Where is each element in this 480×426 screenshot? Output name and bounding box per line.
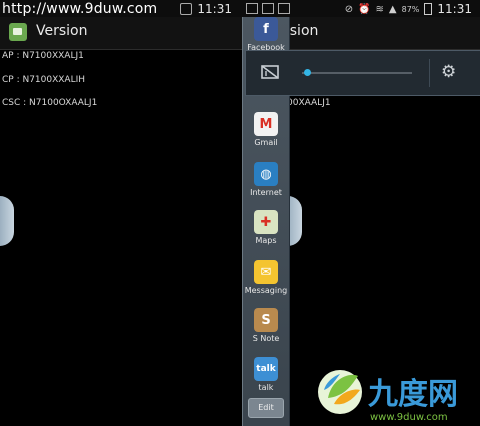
tray-edge-handle[interactable]	[288, 196, 302, 246]
settings-app-icon	[9, 23, 27, 41]
battery-icon	[424, 3, 433, 15]
logo-domain: www.9duw.com	[370, 412, 448, 423]
title-bar-left: Version	[0, 17, 240, 50]
messaging-icon: ✉	[254, 260, 278, 284]
gallery-notification-icon	[246, 3, 258, 14]
battery-percent: 87%	[401, 4, 420, 14]
status-icons-left: 11:31	[180, 2, 232, 16]
tray-item-facebook[interactable]: f Facebook	[243, 17, 289, 52]
status-icons-right: ⊘ ⏰ ≋ ▲ 87% 11:31	[345, 2, 472, 16]
auto-brightness-icon[interactable]	[260, 63, 280, 81]
wifi-icon: ≋	[375, 3, 384, 15]
talk-icon: talk	[254, 357, 278, 381]
tray-item-label: S Note	[252, 334, 280, 343]
brightness-slider-track[interactable]	[302, 72, 412, 74]
gmail-icon: M	[254, 112, 278, 136]
status-bar-left: http://www.9duw.com 11:31	[0, 0, 240, 17]
tray-item-label: Internet	[250, 188, 282, 197]
tray-item-messaging[interactable]: ✉ Messaging	[243, 260, 289, 295]
tray-item-internet[interactable]: ◍ Internet	[243, 162, 289, 197]
tray-item-label: Maps	[255, 236, 277, 245]
tray-item-gmail[interactable]: M Gmail	[243, 112, 289, 147]
tray-item-talk[interactable]: talk talk	[243, 357, 289, 392]
logo-brand: 九度网	[368, 377, 458, 412]
alarm-icon: ⏰	[358, 3, 371, 15]
tray-item-label: talk	[258, 383, 274, 392]
clock-right: 11:31	[437, 2, 472, 16]
mute-icon: ⊘	[344, 3, 354, 15]
image-notification-icon	[180, 3, 193, 15]
tray-item-label: Messaging	[244, 286, 288, 295]
status-bar-right: ⊘ ⏰ ≋ ▲ 87% 11:31	[240, 0, 480, 17]
brightness-slider-thumb[interactable]	[303, 69, 311, 76]
cp-version: CP : N7100XXALIH	[2, 75, 86, 85]
tray-item-maps[interactable]: ✚ Maps	[243, 210, 289, 245]
maps-icon: ✚	[254, 210, 278, 234]
9duw-logo: 九度网 www.9duw.com	[318, 370, 458, 423]
signal-icon: ▲	[388, 3, 397, 15]
csc-version: CSC : N7100OXAALJ1	[2, 98, 98, 108]
page-title-left: Version	[36, 23, 88, 39]
csc-version-partial: 00XAALJ1	[287, 98, 331, 108]
download-notification-icon	[278, 3, 290, 14]
notification-icons	[246, 3, 290, 14]
s-note-icon: S	[254, 308, 278, 332]
gear-icon[interactable]: ⚙	[441, 62, 456, 82]
watermark-url: http://www.9duw.com	[2, 1, 158, 17]
panel-divider	[429, 59, 430, 87]
ap-version: AP : N7100XXALJ1	[2, 51, 84, 61]
clock-left: 11:31	[197, 2, 232, 16]
facebook-icon: f	[254, 17, 278, 41]
email-notification-icon	[262, 3, 274, 14]
edit-button[interactable]: Edit	[248, 398, 284, 418]
left-edge-handle[interactable]	[0, 196, 14, 246]
brightness-panel: ⚙	[245, 50, 480, 96]
tray-item-label: Gmail	[254, 138, 278, 147]
tray-item-s-note[interactable]: S S Note	[243, 308, 289, 343]
internet-icon: ◍	[254, 162, 278, 186]
